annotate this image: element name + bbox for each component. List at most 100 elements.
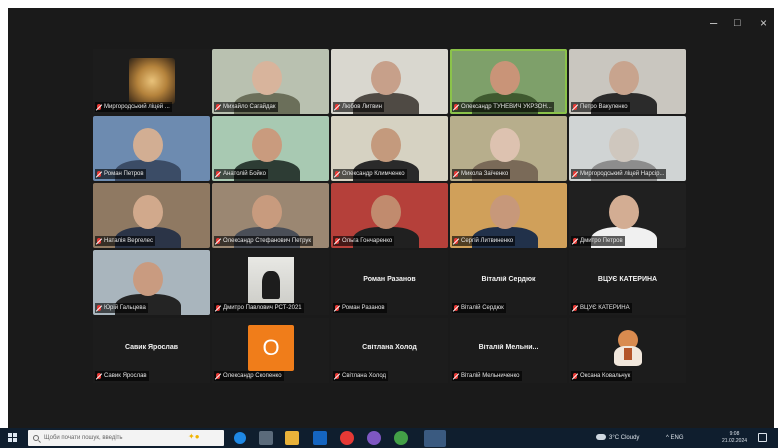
participant-tile[interactable]: Віталій Сердюк Віталій Сердюк — [450, 250, 567, 315]
participant-name-label: Анатолій Бойко — [214, 169, 268, 179]
participant-tile[interactable]: Михайло Сагайдак — [212, 49, 329, 114]
chrome-profile-icon[interactable] — [394, 431, 408, 445]
participant-tile[interactable]: Микола Заїченко — [450, 116, 567, 181]
file-explorer-icon[interactable] — [285, 431, 299, 445]
notifications-icon[interactable] — [758, 433, 767, 442]
participant-tile[interactable]: Олександр Стефанович Петрук — [212, 183, 329, 248]
participant-tile[interactable]: Петро Вакуленко — [569, 49, 686, 114]
participant-tile[interactable]: Оксана Ковальчук — [569, 318, 686, 383]
participant-video — [371, 61, 401, 95]
participant-name: Миргородський ліцей Нарсір... — [580, 171, 665, 177]
participant-tile[interactable]: Роман Разанов Роман Разанов — [331, 250, 448, 315]
participant-name-label: Олександр Климченко — [333, 169, 407, 179]
cloud-icon — [596, 434, 606, 441]
mic-muted-icon — [572, 304, 578, 312]
participant-display-name: Світлана Холод — [362, 344, 417, 351]
cartoon-avatar-icon — [609, 328, 647, 368]
participant-name-label: Олександр Скопенко — [214, 371, 284, 381]
participant-tile[interactable]: Савик Ярослав Савик Ярослав — [93, 318, 210, 383]
participant-name-label: Любов Литвин — [333, 102, 384, 112]
participant-name-label: Савик Ярослав — [95, 371, 149, 381]
participant-tile[interactable]: Роман Петров — [93, 116, 210, 181]
participant-name-label: Віталій Мельниченко — [452, 371, 522, 381]
windows-start-icon[interactable] — [8, 433, 18, 443]
participant-name: Юрій Гальцева — [104, 305, 146, 311]
participant-tile[interactable]: Юрій Гальцева — [93, 250, 210, 315]
clock-date: 21.02.2024 — [722, 438, 748, 444]
search-highlight-icon: ✦● — [188, 432, 200, 441]
mic-muted-icon — [334, 170, 340, 178]
participant-tile[interactable]: O Олександр Скопенко — [212, 318, 329, 383]
participant-name-label: Миргородський ліцей ... — [95, 102, 172, 112]
participant-name: Сергій Литвиненко — [461, 238, 514, 244]
participant-tile[interactable]: Миргородський ліцей ... — [93, 49, 210, 114]
system-tray[interactable]: ^ ENG — [666, 428, 683, 448]
participant-name-label: Ольга Гончаренко — [333, 236, 395, 246]
participant-name: Дмитро Петров — [580, 238, 623, 244]
participant-tile[interactable]: Любов Литвин — [331, 49, 448, 114]
participant-name: Олександр Скопенко — [223, 373, 282, 379]
mic-muted-icon — [453, 372, 459, 380]
participant-tile[interactable]: Олександр Климченко — [331, 116, 448, 181]
participant-name: Любов Литвин — [342, 104, 382, 110]
mic-muted-icon — [215, 304, 221, 312]
participant-video — [371, 195, 401, 229]
close-button[interactable]: × — [760, 16, 767, 30]
participant-name: Роман Петров — [104, 171, 144, 177]
windows-taskbar: Щоби почати пошук, введіть ✦● 3°C Cloudy… — [0, 428, 778, 448]
weather-widget[interactable]: 3°C Cloudy — [596, 428, 639, 448]
edge-browser-icon[interactable] — [234, 432, 246, 444]
zoom-taskbar-icon[interactable] — [424, 430, 446, 447]
mic-muted-icon — [453, 170, 459, 178]
participant-display-name: Савик Ярослав — [124, 344, 179, 351]
participant-tile[interactable]: Ольга Гончаренко — [331, 183, 448, 248]
mic-muted-icon — [96, 304, 102, 312]
mic-muted-icon — [215, 237, 221, 245]
participant-tile[interactable]: Олександр ТУНЕВИЧ УКРЗОН... — [450, 49, 567, 114]
mic-muted-icon — [572, 237, 578, 245]
participant-name-label: Микола Заїченко — [452, 169, 511, 179]
participant-name: Роман Разанов — [342, 305, 385, 311]
initial-avatar: O — [248, 325, 294, 371]
participant-name-label: Михайло Сагайдак — [214, 102, 278, 112]
participant-tile[interactable]: Миргородський ліцей Нарсір... — [569, 116, 686, 181]
task-view-icon[interactable] — [259, 431, 273, 445]
participant-display-name: Віталій Сердюк — [481, 276, 536, 283]
maximize-button[interactable]: □ — [734, 16, 741, 30]
participant-tile[interactable]: Віталій Мельни... Віталій Мельниченко — [450, 318, 567, 383]
participant-video — [490, 61, 520, 95]
participant-tile[interactable]: Сергій Литвиненко — [450, 183, 567, 248]
participant-name: Віталій Мельниченко — [461, 373, 520, 379]
participant-tile[interactable]: Дмитро Петров — [569, 183, 686, 248]
participant-video — [371, 128, 401, 162]
participant-name-label: ВЦУЄ КАТЕРИНА — [571, 303, 632, 313]
school-logo-image — [129, 58, 175, 104]
store-icon[interactable] — [313, 431, 327, 445]
participant-video — [252, 195, 282, 229]
minimize-button[interactable]: – — [710, 16, 717, 30]
search-placeholder: Щоби почати пошук, введіть — [44, 435, 123, 441]
mic-muted-icon — [96, 237, 102, 245]
participant-name: Микола Заїченко — [461, 171, 509, 177]
participant-tile[interactable]: Дмитро Павлович РСТ-2021 — [212, 250, 329, 315]
participant-video — [133, 262, 163, 296]
participant-name-label: Петро Вакуленко — [571, 102, 630, 112]
mic-muted-icon — [215, 372, 221, 380]
chrome-icon[interactable] — [340, 431, 354, 445]
participant-display-name: ВЦУЄ КАТЕРИНА — [597, 276, 658, 283]
participant-name: Віталій Сердюк — [461, 305, 504, 311]
participant-tile[interactable]: Світлана Холод Світлана Холод — [331, 318, 448, 383]
mic-muted-icon — [334, 237, 340, 245]
participant-name: Анатолій Бойко — [223, 171, 266, 177]
participant-name-label: Світлана Холод — [333, 371, 389, 381]
participant-tile[interactable]: Анатолій Бойко — [212, 116, 329, 181]
participant-name: Петро Вакуленко — [580, 104, 628, 110]
participant-tile[interactable]: Наталія Вергелес — [93, 183, 210, 248]
weather-text: 3°C Cloudy — [609, 435, 640, 441]
participant-name: Оксана Ковальчук — [580, 373, 631, 379]
viber-icon[interactable] — [367, 431, 381, 445]
participant-tile[interactable]: ВЦУЄ КАТЕРИНА ВЦУЄ КАТЕРИНА — [569, 250, 686, 315]
participant-name: Олександр ТУНЕВИЧ УКРЗОН... — [461, 104, 552, 110]
taskbar-clock[interactable]: 9:08 21.02.2024 — [722, 431, 747, 445]
participant-name-label: Оксана Ковальчук — [571, 371, 633, 381]
